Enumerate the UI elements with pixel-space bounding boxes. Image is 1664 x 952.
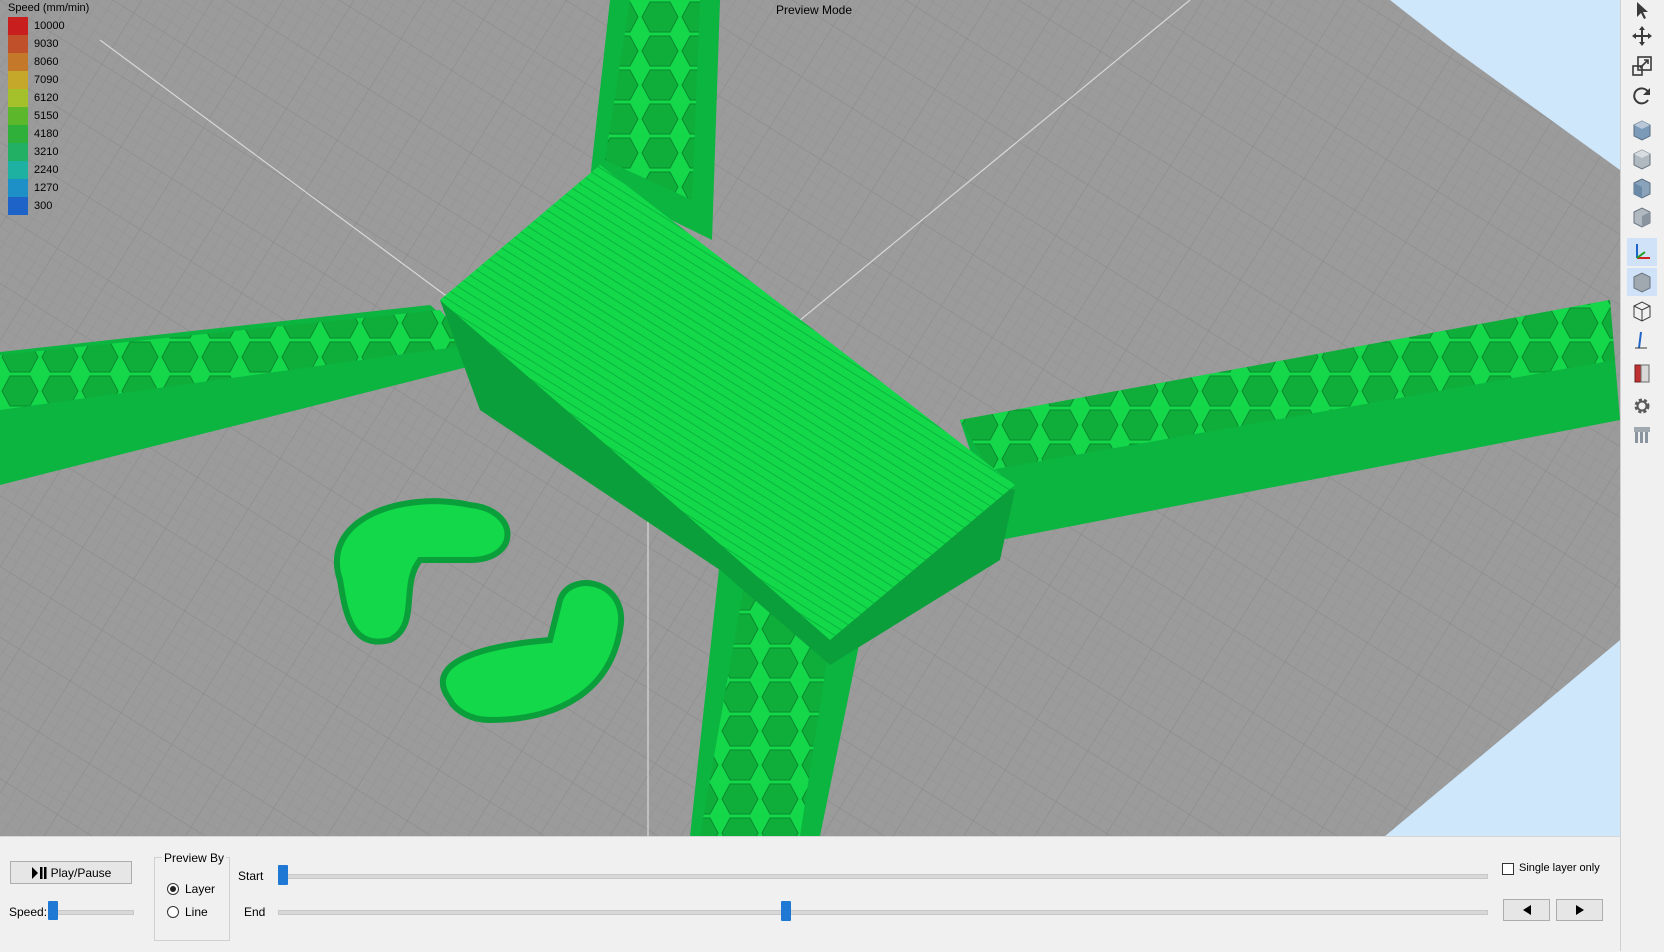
z-axis-button[interactable] (1627, 326, 1657, 354)
next-layer-button[interactable] (1556, 899, 1603, 921)
legend-row: 8060 (8, 53, 89, 71)
preview-by-layer-label[interactable]: Layer (185, 882, 215, 896)
rotate-tool-icon (1633, 87, 1650, 105)
legend-swatch (8, 17, 28, 35)
legend-row: 2240 (8, 161, 89, 179)
legend-row: 7090 (8, 71, 89, 89)
legend-value: 8060 (34, 56, 59, 68)
legend-row: 300 (8, 197, 89, 215)
legend-swatch (8, 107, 28, 125)
support-tool-button[interactable] (1627, 421, 1657, 449)
legend-row: 10000 (8, 17, 89, 35)
view-front-button[interactable] (1627, 116, 1657, 144)
view-right-button[interactable] (1627, 203, 1657, 231)
legend-value: 4180 (34, 128, 59, 140)
legend-row: 6120 (8, 89, 89, 107)
legend-value: 9030 (34, 38, 59, 50)
move-tool-button[interactable] (1627, 22, 1657, 50)
play-pause-label: Play/Pause (50, 865, 112, 880)
legend-value: 10000 (34, 20, 65, 32)
wireframe-view-icon (1633, 301, 1651, 322)
scale-tool-icon (1632, 56, 1652, 76)
single-layer-checkbox[interactable] (1502, 863, 1514, 875)
select-tool-icon (1637, 2, 1648, 19)
next-arrow-icon (1575, 905, 1584, 915)
solid-view-button[interactable] (1627, 268, 1657, 296)
view-back-icon (1633, 149, 1651, 170)
legend-value: 2240 (34, 164, 59, 176)
speed-slider-track[interactable] (48, 910, 134, 915)
axes-button[interactable] (1627, 238, 1657, 266)
end-label: End (244, 905, 266, 919)
view-right-icon (1633, 207, 1651, 228)
settings-gear-icon (1634, 398, 1650, 414)
legend-value: 7090 (34, 74, 59, 86)
preview-by-title: Preview By (162, 851, 227, 865)
legend-swatch (8, 89, 28, 107)
legend-swatch (8, 53, 28, 71)
start-slider-track[interactable] (278, 874, 1488, 879)
legend-row: 3210 (8, 143, 89, 161)
legend-row: 5150 (8, 107, 89, 125)
move-tool-icon (1632, 26, 1652, 46)
legend-value: 300 (34, 200, 53, 212)
legend-row: 1270 (8, 179, 89, 197)
single-layer-label[interactable]: Single layer only (1519, 862, 1600, 874)
legend-swatch (8, 179, 28, 197)
z-axis-icon (1635, 331, 1647, 349)
play-pause-icon (31, 866, 47, 879)
legend-swatch (8, 35, 28, 53)
select-tool-button[interactable] (1627, 0, 1657, 24)
start-slider-handle[interactable] (278, 865, 288, 885)
speed-slider-handle[interactable] (48, 901, 58, 920)
preview-by-layer-radio[interactable] (167, 883, 179, 895)
view-back-button[interactable] (1627, 145, 1657, 173)
legend-swatch (8, 161, 28, 179)
end-slider-handle[interactable] (781, 901, 792, 921)
start-label: Start (238, 869, 264, 883)
support-tool-icon (1634, 427, 1650, 443)
play-pause-button[interactable]: Play/Pause (10, 861, 132, 884)
preview-mode-label: Preview Mode (776, 3, 853, 17)
legend-swatch (8, 71, 28, 89)
radio-selected-dot (170, 886, 176, 892)
legend-swatch (8, 143, 28, 161)
speed-label: Speed: (9, 905, 48, 919)
legend-swatch (8, 125, 28, 143)
view-toolbar (1620, 0, 1664, 951)
3d-viewport[interactable]: Speed (mm/min) 10000 9030 8060 7090 6120 5150… (0, 0, 1620, 836)
cross-section-icon (1634, 364, 1650, 383)
wireframe-view-button[interactable] (1627, 297, 1657, 325)
scale-tool-button[interactable] (1627, 52, 1657, 80)
speed-legend: Speed (mm/min) 10000 9030 8060 7090 6120 5150… (8, 2, 89, 215)
legend-row: 4180 (8, 125, 89, 143)
rotate-tool-button[interactable] (1627, 82, 1657, 110)
view-front-icon (1633, 120, 1651, 141)
legend-value: 3210 (34, 146, 59, 158)
legend-value: 1270 (34, 182, 59, 194)
view-left-icon (1633, 178, 1651, 199)
preview-by-group (154, 857, 230, 941)
cross-section-button[interactable] (1627, 359, 1657, 387)
view-left-button[interactable] (1627, 174, 1657, 202)
end-slider-track[interactable] (278, 910, 1488, 915)
solid-view-icon (1633, 272, 1651, 293)
preview-by-line-radio[interactable] (167, 906, 179, 918)
preview-controls-panel: Play/Pause Speed: Preview By Layer Line … (0, 836, 1620, 952)
prev-arrow-icon (1522, 905, 1531, 915)
legend-row: 9030 (8, 35, 89, 53)
legend-swatch (8, 197, 28, 215)
legend-title: Speed (mm/min) (8, 2, 90, 14)
settings-button[interactable] (1627, 392, 1657, 420)
preview-by-line-label[interactable]: Line (185, 905, 208, 919)
legend-value: 6120 (34, 92, 59, 104)
legend-value: 5150 (34, 110, 59, 122)
prev-layer-button[interactable] (1503, 899, 1550, 921)
axes-icon (1636, 244, 1650, 259)
print-preview-scene (0, 0, 1620, 836)
